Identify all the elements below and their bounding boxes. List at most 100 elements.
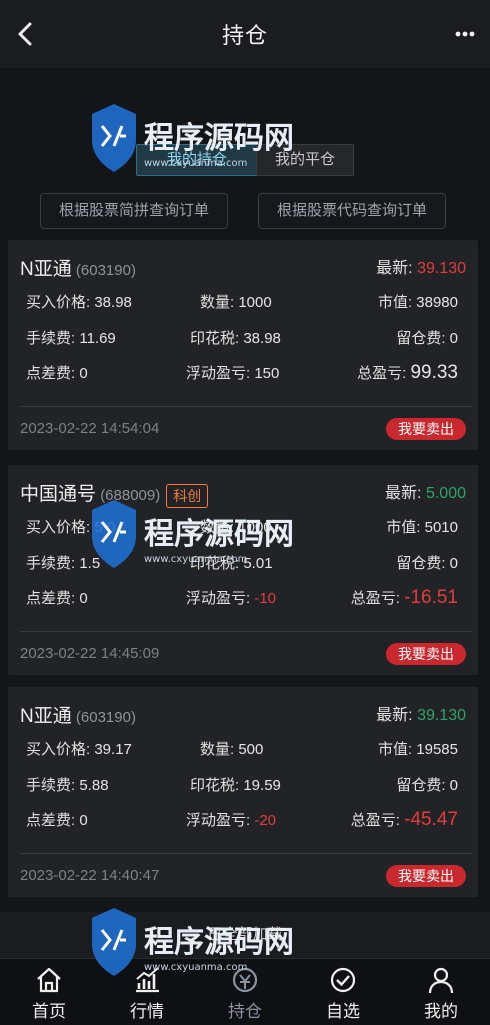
fee-label: 手续费: — [26, 555, 76, 572]
query-by-pinyin-button[interactable]: 根据股票简拼查询订单 — [40, 193, 228, 229]
tab-profile[interactable]: 我的 — [392, 959, 490, 1025]
tab-profile-label: 我的 — [424, 1002, 458, 1021]
qty-label: 数量: — [200, 519, 235, 536]
total-pl-label: 总盈亏: — [350, 812, 400, 829]
bottom-tab-bar: 首页 行情 持仓 自选 我的 — [0, 958, 490, 1025]
hold-fee-label: 留仓费: — [396, 777, 446, 794]
board-badge: 科创 — [166, 484, 209, 509]
float-pl-value: -10 — [254, 590, 277, 607]
stock-code: (688009) — [100, 487, 161, 504]
latest-label: 最新: — [376, 707, 413, 724]
buy-price-value: 38.98 — [94, 294, 132, 311]
stock-code: (603190) — [75, 709, 136, 726]
position-card: N亚通 (603190) 最新: 39.130 买入价格: 38.98 数量: 100… — [8, 240, 478, 450]
card-divider — [20, 853, 472, 854]
total-pl-value: -16.51 — [404, 587, 458, 608]
total-pl-value: -45.47 — [404, 809, 458, 830]
stamp-tax-label: 印花税: — [190, 330, 240, 347]
spread-fee-value: 0 — [79, 365, 88, 382]
more-options-icon[interactable] — [454, 24, 476, 44]
qty-value: 500 — [238, 741, 264, 758]
hold-fee-label: 留仓费: — [396, 555, 446, 572]
qty-label: 数量: — [200, 741, 235, 758]
tab-home-label: 首页 — [32, 1002, 66, 1021]
stamp-tax-label: 印花税: — [190, 555, 240, 572]
sell-button[interactable]: 我要卖出 — [386, 418, 466, 440]
back-arrow-icon[interactable] — [10, 18, 40, 50]
float-pl-label: 浮动盈亏: — [186, 812, 251, 829]
fee-value: 11.69 — [79, 330, 116, 347]
stock-name: N亚通 — [20, 706, 72, 727]
total-pl-label: 总盈亏: — [357, 365, 407, 382]
position-card: N亚通 (603190) 最新: 39.130 买入价格: 39.17 数量: 500… — [8, 687, 478, 897]
total-pl-label: 总盈亏: — [350, 590, 400, 607]
order-time: 2023-02-22 14:45:09 — [20, 645, 160, 662]
float-pl-value: 150 — [254, 365, 280, 382]
market-value-value: 19585 — [416, 741, 458, 758]
tab-watchlist-label: 自选 — [326, 1002, 360, 1021]
hold-fee-label: 留仓费: — [396, 330, 446, 347]
market-chart-icon — [136, 967, 159, 993]
market-value-label: 市值: — [386, 519, 421, 536]
market-value-value: 5010 — [424, 519, 458, 536]
qty-value: 1000 — [238, 519, 272, 536]
stamp-tax-value: 5.01 — [243, 555, 273, 572]
latest-price: 39.130 — [417, 707, 466, 724]
page-title: 持仓 — [221, 23, 268, 48]
watchlist-check-icon — [330, 967, 356, 993]
latest-label: 最新: — [385, 485, 422, 502]
tab-market-label: 行情 — [130, 1002, 164, 1021]
fee-value: 1.5 — [79, 555, 101, 572]
order-time: 2023-02-22 14:40:47 — [20, 867, 160, 884]
float-pl-label: 浮动盈亏: — [186, 365, 251, 382]
hold-fee-value: 0 — [449, 777, 458, 794]
stamp-tax-label: 印花税: — [190, 777, 240, 794]
qty-label: 数量: — [200, 294, 235, 311]
spread-fee-label: 点差费: — [26, 365, 76, 382]
hold-fee-value: 0 — [449, 330, 458, 347]
card-divider — [20, 631, 472, 632]
stamp-tax-value: 19.59 — [243, 777, 281, 794]
fee-label: 手续费: — [26, 330, 76, 347]
stock-code: (603190) — [75, 262, 136, 279]
buy-price-value: 5.0 — [94, 519, 116, 536]
all-loaded-text: 已全部加载 — [0, 912, 490, 958]
market-value-value: 38980 — [416, 294, 458, 311]
spread-fee-value: 0 — [79, 812, 88, 829]
query-by-code-button[interactable]: 根据股票代码查询订单 — [258, 193, 446, 229]
buy-price-value: 39.17 — [94, 741, 132, 758]
card-divider — [20, 406, 472, 407]
position-card: 中国通号 (688009) 科创 最新: 5.000 买入价格: 5.0 数量: 100… — [8, 465, 478, 675]
sell-button[interactable]: 我要卖出 — [386, 865, 466, 887]
spread-fee-label: 点差费: — [26, 590, 76, 607]
stamp-tax-value: 38.98 — [243, 330, 281, 347]
tab-my-holdings[interactable]: 我的持仓 — [136, 144, 258, 176]
float-pl-label: 浮动盈亏: — [186, 590, 251, 607]
market-value-label: 市值: — [377, 741, 413, 758]
stock-name: 中国通号 — [20, 484, 97, 505]
tab-holdings[interactable]: 持仓 — [196, 959, 294, 1025]
spread-fee-label: 点差费: — [26, 812, 76, 829]
tab-holdings-label: 持仓 — [228, 1002, 262, 1021]
tab-watchlist[interactable]: 自选 — [294, 959, 392, 1025]
float-pl-value: -20 — [254, 812, 277, 829]
latest-label: 最新: — [376, 260, 413, 277]
sell-button[interactable]: 我要卖出 — [386, 643, 466, 665]
qty-value: 1000 — [238, 294, 272, 311]
latest-price: 39.130 — [417, 260, 466, 277]
tab-home[interactable]: 首页 — [0, 959, 98, 1025]
buy-price-label: 买入价格: — [26, 294, 91, 311]
hold-fee-value: 0 — [449, 555, 458, 572]
fee-label: 手续费: — [26, 777, 76, 794]
tab-market[interactable]: 行情 — [98, 959, 196, 1025]
order-time: 2023-02-22 14:54:04 — [20, 420, 160, 437]
tab-my-closed[interactable]: 我的平仓 — [256, 144, 354, 176]
market-value-label: 市值: — [377, 294, 413, 311]
latest-price: 5.000 — [425, 485, 466, 502]
query-buttons: 根据股票简拼查询订单 根据股票代码查询订单 — [0, 193, 490, 233]
buy-price-label: 买入价格: — [26, 519, 91, 536]
spread-fee-value: 0 — [79, 590, 88, 607]
fee-value: 5.88 — [79, 777, 109, 794]
stock-name: N亚通 — [20, 259, 72, 280]
user-icon — [428, 967, 454, 994]
